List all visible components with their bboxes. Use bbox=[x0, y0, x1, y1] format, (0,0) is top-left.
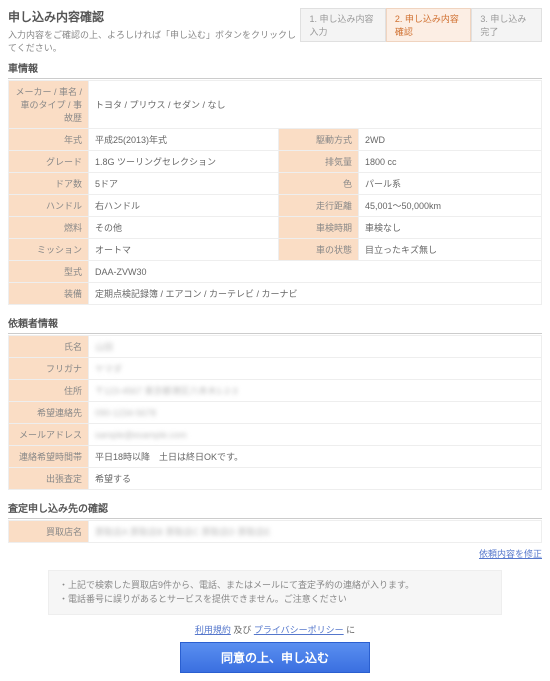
dealer-value: 買取店A 買取店B 買取店C 買取店D 買取店E bbox=[89, 521, 542, 543]
req-label: 氏名 bbox=[9, 336, 89, 358]
req-value: 090-1234-5678 bbox=[89, 402, 542, 424]
submit-button[interactable]: 同意の上、申し込む bbox=[180, 642, 370, 673]
correct-link[interactable]: 依頼内容を修正 bbox=[479, 549, 542, 559]
step-2: 2. 申し込み内容確認 bbox=[386, 8, 471, 42]
req-label: 出張査定 bbox=[9, 468, 89, 490]
car-label: 型式 bbox=[9, 261, 89, 283]
req-value: sample@example.com bbox=[89, 424, 542, 446]
car-label: 色 bbox=[279, 173, 359, 195]
car-info-section: 車情報 メーカー / 車名 / 車のタイプ / 事故歴トヨタ / プリウス / … bbox=[8, 60, 542, 305]
car-label: 燃料 bbox=[9, 217, 89, 239]
car-value: オートマ bbox=[89, 239, 279, 261]
privacy-link[interactable]: プライバシーポリシー bbox=[254, 625, 344, 635]
car-value: 5ドア bbox=[89, 173, 279, 195]
car-value: 1800 cc bbox=[359, 151, 542, 173]
car-label: グレード bbox=[9, 151, 89, 173]
car-label: 装備 bbox=[9, 283, 89, 305]
car-value: 45,001〜50,000km bbox=[359, 195, 542, 217]
car-value: 目立ったキズ無し bbox=[359, 239, 542, 261]
step-1: 1. 申し込み内容入力 bbox=[300, 8, 385, 42]
car-value: 平成25(2013)年式 bbox=[89, 129, 279, 151]
car-label: ドア数 bbox=[9, 173, 89, 195]
req-value: 平日18時以降 土日は終日OKです。 bbox=[89, 446, 542, 468]
car-label: 駆動方式 bbox=[279, 129, 359, 151]
req-value: 〒123-4567 東京都港区六本木1-2-3 bbox=[89, 380, 542, 402]
req-label: メールアドレス bbox=[9, 424, 89, 446]
req-value: ヤマダ bbox=[89, 358, 542, 380]
step-indicator: 1. 申し込み内容入力 2. 申し込み内容確認 3. 申し込み完了 bbox=[300, 8, 542, 42]
car-label: メーカー / 車名 / 車のタイプ / 事故歴 bbox=[9, 81, 89, 129]
terms-link[interactable]: 利用規約 bbox=[195, 625, 231, 635]
page-subtitle: 入力内容をご確認の上、よろしければ「申し込む」ボタンをクリックしてください。 bbox=[8, 28, 300, 54]
req-label: 連絡希望時間帯 bbox=[9, 446, 89, 468]
car-value: DAA-ZVW30 bbox=[89, 261, 542, 283]
car-value: 右ハンドル bbox=[89, 195, 279, 217]
car-value: その他 bbox=[89, 217, 279, 239]
agreement-text: 利用規約 及び プライバシーポリシー に bbox=[8, 623, 542, 636]
car-value: 車検なし bbox=[359, 217, 542, 239]
req-value: 希望する bbox=[89, 468, 542, 490]
requester-info-section: 依頼者情報 氏名山田 フリガナヤマダ 住所〒123-4567 東京都港区六本木1… bbox=[8, 315, 542, 490]
page-title: 申し込み内容確認 bbox=[8, 8, 300, 25]
car-label: ミッション bbox=[9, 239, 89, 261]
car-value: 2WD bbox=[359, 129, 542, 151]
car-value: 1.8G ツーリングセレクション bbox=[89, 151, 279, 173]
dealer-heading: 査定申し込み先の確認 bbox=[8, 500, 542, 519]
notice-line: ・電話番号に誤りがあるとサービスを提供できません。ご注意ください bbox=[59, 593, 491, 607]
req-label: フリガナ bbox=[9, 358, 89, 380]
dealer-section: 査定申し込み先の確認 買取店名買取店A 買取店B 買取店C 買取店D 買取店E … bbox=[8, 500, 542, 560]
step-3: 3. 申し込み完了 bbox=[471, 8, 542, 42]
car-label: 走行距離 bbox=[279, 195, 359, 217]
car-info-heading: 車情報 bbox=[8, 60, 542, 79]
req-value: 山田 bbox=[89, 336, 542, 358]
car-value: トヨタ / プリウス / セダン / なし bbox=[89, 81, 542, 129]
car-value: 定期点検記録簿 / エアコン / カーテレビ / カーナビ bbox=[89, 283, 542, 305]
dealer-label: 買取店名 bbox=[9, 521, 89, 543]
req-label: 住所 bbox=[9, 380, 89, 402]
car-label: 排気量 bbox=[279, 151, 359, 173]
car-label: 車検時期 bbox=[279, 217, 359, 239]
notice-line: ・上記で検索した買取店9件から、電話、またはメールにて査定予約の連絡が入ります。 bbox=[59, 579, 491, 593]
car-value: パール系 bbox=[359, 173, 542, 195]
notice-box: ・上記で検索した買取店9件から、電話、またはメールにて査定予約の連絡が入ります。… bbox=[48, 570, 502, 615]
car-label: ハンドル bbox=[9, 195, 89, 217]
car-label: 年式 bbox=[9, 129, 89, 151]
req-label: 希望連絡先 bbox=[9, 402, 89, 424]
car-label: 車の状態 bbox=[279, 239, 359, 261]
requester-info-heading: 依頼者情報 bbox=[8, 315, 542, 334]
